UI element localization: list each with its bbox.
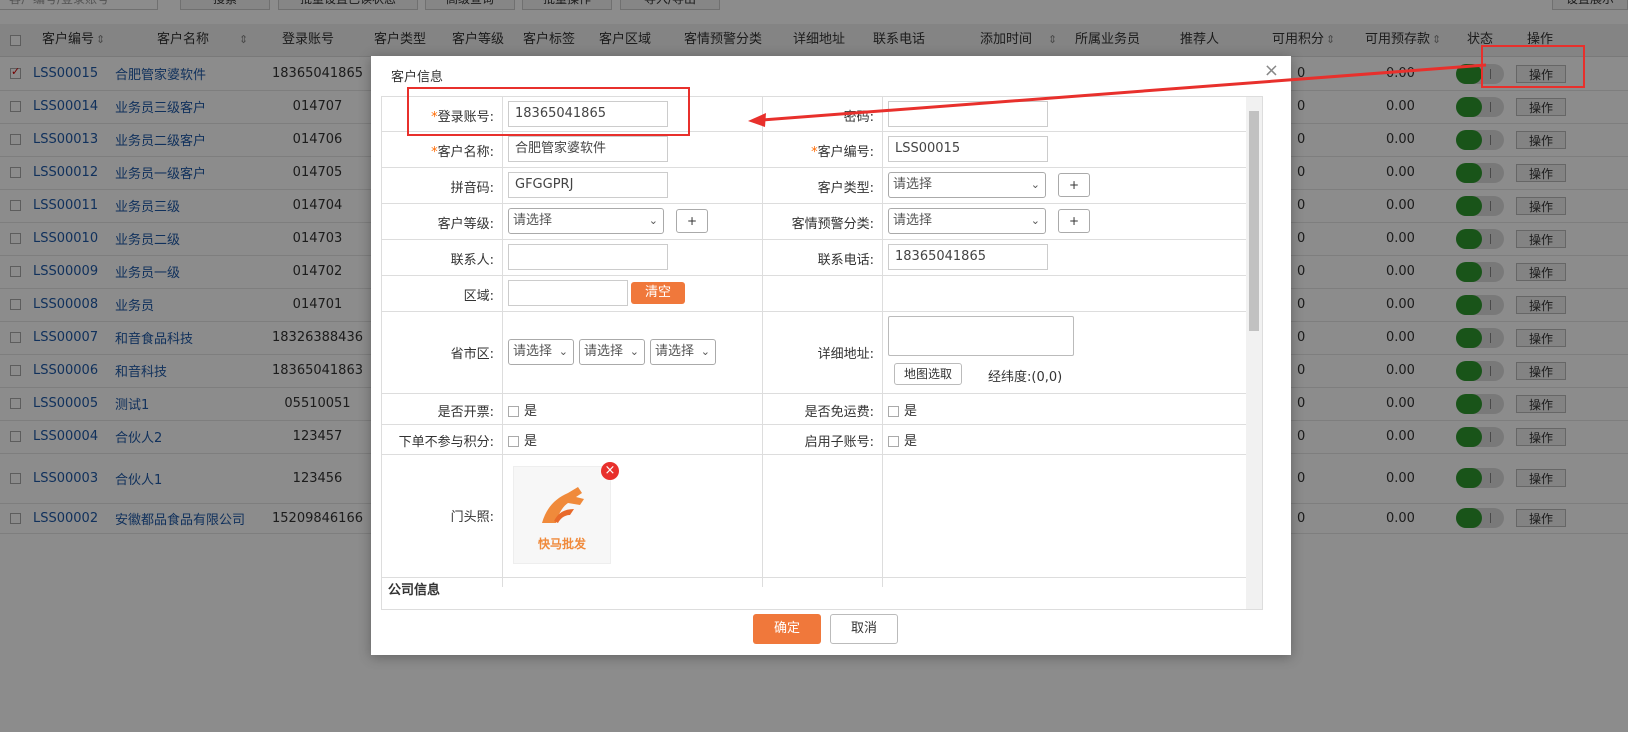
- annotation-arrow: [748, 63, 1487, 127]
